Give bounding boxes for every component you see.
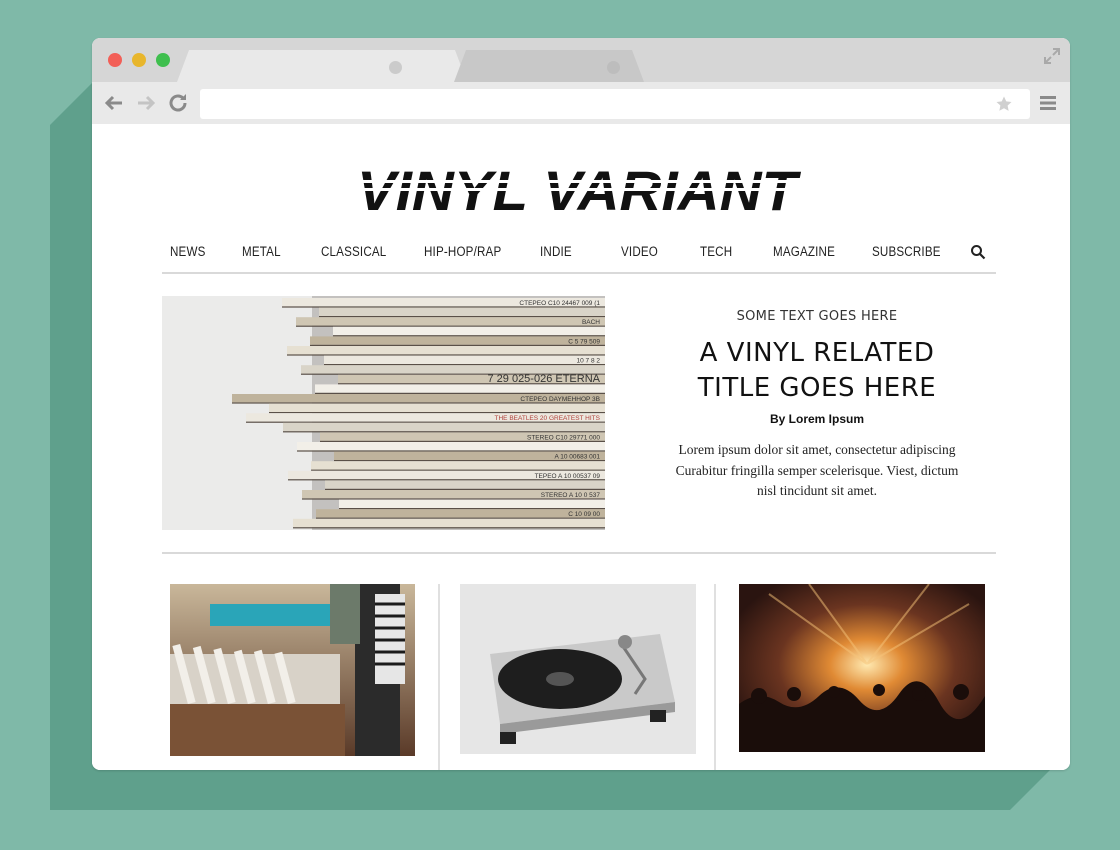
maximize-window-button[interactable]: [156, 53, 170, 67]
record-spine-edge: [269, 412, 605, 414]
nav-item-video[interactable]: VIDEO: [621, 244, 658, 259]
hero-title-line-1: A VINYL RELATED: [699, 338, 935, 368]
record-spine-edge: [311, 469, 605, 471]
record-spine-edge: [316, 517, 605, 519]
record-spine-edge: [310, 344, 605, 346]
forward-arrow-icon[interactable]: [134, 91, 158, 115]
hero-article: SOME TEXT GOES HERE A VINYL RELATED TITL…: [652, 309, 982, 502]
nav-item-indie[interactable]: INDIE: [540, 244, 572, 259]
record-spine-label: CTEPEO DAYMEHHOP 3B: [520, 396, 600, 403]
record-spine: [297, 442, 605, 451]
hero-excerpt: Lorem ipsum dolor sit amet, consectetur …: [675, 442, 959, 498]
record-spine: [296, 317, 605, 326]
card-divider: [714, 584, 716, 770]
record-spine-label: TEPEO A 10 00537 09: [535, 473, 601, 480]
record-spine-label: CTEPEO C10 24467 009 (1: [519, 300, 600, 307]
tab-favicon-placeholder: [607, 61, 620, 74]
hero-records-stack-image[interactable]: CTEPEO C10 24467 009 (1 BACH C 5 79 509 10 …: [162, 296, 605, 530]
menu-icon[interactable]: [1040, 95, 1056, 111]
record-spine: [293, 518, 605, 528]
record-spine: [310, 336, 605, 345]
record-store-photo[interactable]: [170, 584, 415, 756]
nav-item-subscribe[interactable]: SUBSCRIBE: [872, 244, 941, 259]
record-spine: [315, 384, 605, 393]
record-spine: [339, 499, 605, 508]
logo-text: VINYL VARIANT: [357, 159, 802, 218]
record-spine-edge: [324, 364, 605, 366]
browser-toolbar: [92, 82, 1070, 124]
search-icon[interactable]: [970, 244, 986, 260]
close-window-button[interactable]: [108, 53, 122, 67]
address-bar[interactable]: [200, 89, 1030, 119]
section-divider: [162, 552, 996, 554]
nav-item-hip-hop-rap[interactable]: HIP-HOP/RAP: [424, 244, 501, 259]
turntable-photo[interactable]: [460, 584, 696, 754]
browser-window: VINYL VARIANT NEWS METAL CLASSICAL HIP-H…: [92, 38, 1070, 770]
record-spine: [311, 461, 605, 470]
card-divider: [438, 584, 440, 770]
record-spine: [269, 403, 605, 412]
nav-item-tech[interactable]: TECH: [700, 244, 732, 259]
record-spine-edge: [339, 508, 605, 510]
web-page: VINYL VARIANT NEWS METAL CLASSICAL HIP-H…: [92, 124, 1070, 770]
record-spine-edge: [333, 335, 605, 337]
record-spine-edge: [315, 392, 605, 394]
back-arrow-icon[interactable]: [102, 91, 126, 115]
record-spine-label: C 5 79 509: [568, 338, 600, 345]
fullscreen-icon[interactable]: [1042, 46, 1062, 66]
record-spine-label: THE BEATLES 20 GREATEST HITS: [495, 415, 601, 422]
nav-item-classical[interactable]: CLASSICAL: [321, 244, 386, 259]
nav-item-metal[interactable]: METAL: [242, 244, 281, 259]
concert-crowd-photo[interactable]: [739, 584, 985, 752]
record-spine-label: STEREO A 10 0 537: [541, 492, 601, 499]
site-logo[interactable]: VINYL VARIANT: [92, 144, 1070, 218]
browser-tab-inactive[interactable]: [454, 50, 644, 82]
nav-item-news[interactable]: NEWS: [170, 244, 206, 259]
record-spine-edge: [293, 527, 605, 529]
record-spine-edge: [296, 325, 605, 327]
record-spine-edge: [319, 316, 605, 318]
record-spine-label: 7 29 025-026 ETERNA: [487, 373, 600, 385]
record-spine: [333, 326, 605, 336]
main-navigation: NEWS METAL CLASSICAL HIP-HOP/RAP INDIE V…: [162, 234, 996, 274]
hero-title-line-2: TITLE GOES HERE: [697, 373, 937, 403]
record-spine-label: A 10 00683 001: [554, 454, 600, 461]
hero-title[interactable]: A VINYL RELATED TITLE GOES HERE: [652, 336, 982, 406]
record-spine-edge: [287, 354, 605, 356]
tab-favicon-placeholder: [389, 61, 402, 74]
record-spine: [316, 509, 605, 518]
record-spine: [319, 307, 605, 316]
record-spine-label: C 10 09 00: [568, 511, 600, 518]
record-spine: [283, 422, 605, 432]
record-spine-label: 10 7 8 2: [577, 358, 601, 365]
title-bar: [92, 38, 1070, 82]
record-spine-edge: [297, 450, 605, 452]
reload-icon[interactable]: [166, 91, 190, 115]
record-spine-label: STEREO C10 29771 000: [527, 434, 600, 441]
minimize-window-button[interactable]: [132, 53, 146, 67]
record-spine-label: BACH: [582, 319, 600, 326]
record-spine: [324, 355, 605, 364]
record-spine: [287, 346, 605, 355]
bookmark-star-icon[interactable]: [995, 95, 1013, 113]
record-spine-edge: [283, 431, 605, 433]
hero-byline: By Lorem Ipsum: [769, 412, 865, 426]
record-spine-edge: [325, 488, 605, 490]
browser-tab-active[interactable]: [177, 50, 467, 82]
record-spine: [325, 480, 605, 489]
hero-kicker: SOME TEXT GOES HERE: [736, 309, 898, 324]
nav-item-magazine[interactable]: MAGAZINE: [773, 244, 835, 259]
